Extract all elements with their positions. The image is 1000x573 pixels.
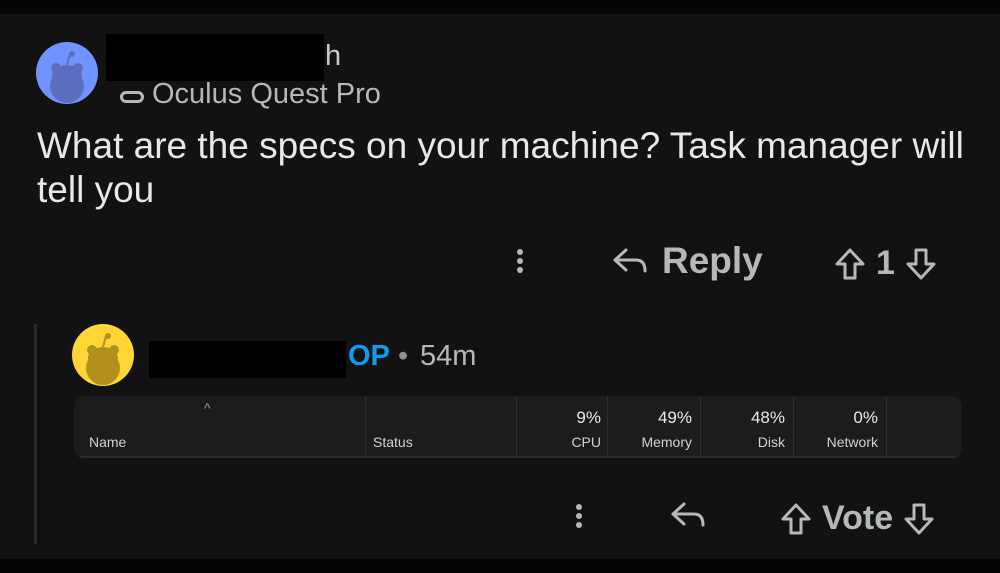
snoo-avatar-icon (50, 51, 84, 103)
downvote-icon[interactable] (905, 247, 937, 281)
user-avatar[interactable] (36, 42, 98, 104)
tm-value: 9% (576, 408, 601, 427)
flair-text: Oculus Quest Pro (152, 78, 381, 110)
username[interactable]: h (325, 40, 341, 73)
sort-caret-icon: ^ (204, 400, 211, 416)
comment-timestamp[interactable]: 54m (420, 340, 476, 373)
tm-column-cpu: 9% CPU (517, 396, 608, 458)
tm-header: Network (826, 434, 878, 450)
kebab-menu-icon[interactable] (575, 501, 583, 531)
tm-value: 0% (853, 408, 878, 427)
tm-value: 49% (657, 408, 692, 427)
tm-divider (74, 456, 962, 458)
flair-icon (120, 90, 144, 103)
vote-label: Vote (822, 499, 894, 537)
tm-header: Disk (757, 434, 785, 450)
op-avatar[interactable] (72, 324, 134, 386)
task-manager-screenshot: ^ Name Status 9% CPU 49% Memory 48% Disk… (74, 396, 962, 458)
upvote-icon[interactable] (780, 502, 812, 536)
snoo-avatar-icon (86, 333, 120, 385)
tm-column-network: 0% Network (794, 396, 887, 458)
reply-label: Reply (662, 240, 763, 281)
user-flair: Oculus Quest Pro (120, 78, 381, 111)
tm-header: Memory (641, 434, 692, 450)
reply-arrow-icon (613, 248, 647, 273)
bottom-bar (0, 559, 1000, 573)
redacted-username (149, 341, 346, 378)
upvote-icon[interactable] (834, 247, 866, 281)
tm-column-memory: 49% Memory (608, 396, 701, 458)
reply-arrow-icon (671, 502, 705, 527)
reply-button[interactable]: Reply (612, 240, 763, 282)
tm-header: Name (89, 434, 127, 450)
vote-controls: 1 (834, 244, 937, 283)
tm-header: Status (373, 434, 413, 450)
downvote-icon[interactable] (903, 502, 935, 536)
thread-line[interactable] (34, 324, 37, 544)
kebab-menu-icon[interactable] (516, 246, 524, 276)
comment-body: What are the specs on your machine? Task… (37, 125, 964, 210)
vote-controls: Vote (780, 499, 935, 538)
reply-button[interactable] (670, 499, 706, 531)
op-badge: OP (348, 340, 390, 372)
top-bar (0, 0, 1000, 14)
vote-score: 1 (876, 244, 895, 282)
tm-column-status: Status (366, 396, 517, 458)
separator: • (398, 340, 409, 372)
tm-value: 48% (750, 408, 785, 427)
tm-header: CPU (571, 434, 601, 450)
tm-column-disk: 48% Disk (701, 396, 794, 458)
redacted-username (106, 34, 324, 81)
tm-column-name: ^ Name (74, 396, 366, 458)
